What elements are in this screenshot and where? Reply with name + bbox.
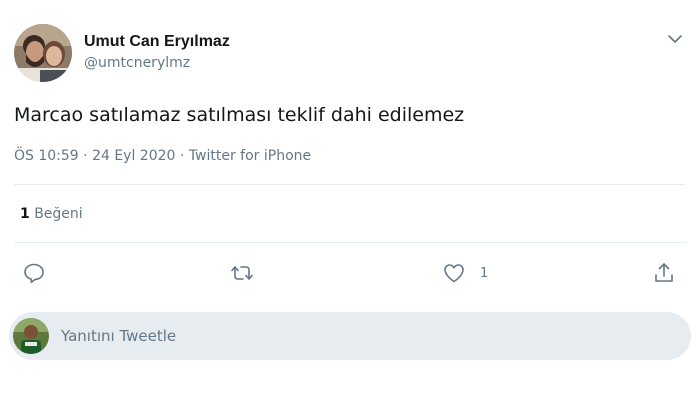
tweet-text: Marcao satılamaz satılması teklif dahi e… bbox=[14, 104, 465, 126]
likes-count: 1 bbox=[20, 206, 30, 222]
tweet-meta: ÖS 10:59 · 24 Eyl 2020 · Twitter for iPh… bbox=[14, 146, 311, 166]
retweet-button[interactable] bbox=[230, 259, 254, 287]
likes-label: Beğeni bbox=[34, 206, 83, 222]
divider bbox=[14, 242, 686, 243]
heart-icon bbox=[444, 264, 464, 283]
retweet-icon bbox=[231, 266, 253, 280]
tweet-source[interactable]: Twitter for iPhone bbox=[189, 148, 311, 164]
author-display-name[interactable]: Umut Can Eryılmaz bbox=[84, 32, 230, 52]
divider bbox=[14, 184, 686, 185]
tweet-card: Umut Can Eryılmaz @umtcnerylmz Marcao sa… bbox=[0, 0, 700, 412]
author-names: Umut Can Eryılmaz @umtcnerylmz bbox=[84, 32, 230, 73]
meta-separator: · bbox=[175, 148, 189, 164]
likes-stat[interactable]: 1 Beğeni bbox=[20, 204, 83, 224]
tweet-date[interactable]: 24 Eyl 2020 bbox=[92, 148, 175, 164]
like-count: 1 bbox=[480, 265, 489, 281]
reply-button[interactable] bbox=[22, 259, 46, 287]
meta-separator: · bbox=[78, 148, 93, 164]
user-avatar bbox=[13, 318, 49, 354]
reply-input[interactable]: Yanıtını Tweetle bbox=[9, 312, 691, 360]
author-handle[interactable]: @umtcnerylmz bbox=[84, 53, 230, 73]
tweet-header: Umut Can Eryılmaz @umtcnerylmz bbox=[14, 24, 686, 82]
share-icon bbox=[655, 263, 673, 282]
like-button[interactable]: 1 bbox=[442, 259, 488, 287]
author-avatar[interactable] bbox=[14, 24, 72, 82]
share-button[interactable] bbox=[652, 259, 676, 287]
action-bar: 1 bbox=[0, 256, 700, 290]
reply-icon bbox=[24, 263, 44, 283]
chevron-down-icon[interactable] bbox=[666, 30, 684, 48]
reply-placeholder: Yanıtını Tweetle bbox=[61, 327, 177, 345]
tweet-time[interactable]: ÖS 10:59 bbox=[14, 148, 79, 164]
